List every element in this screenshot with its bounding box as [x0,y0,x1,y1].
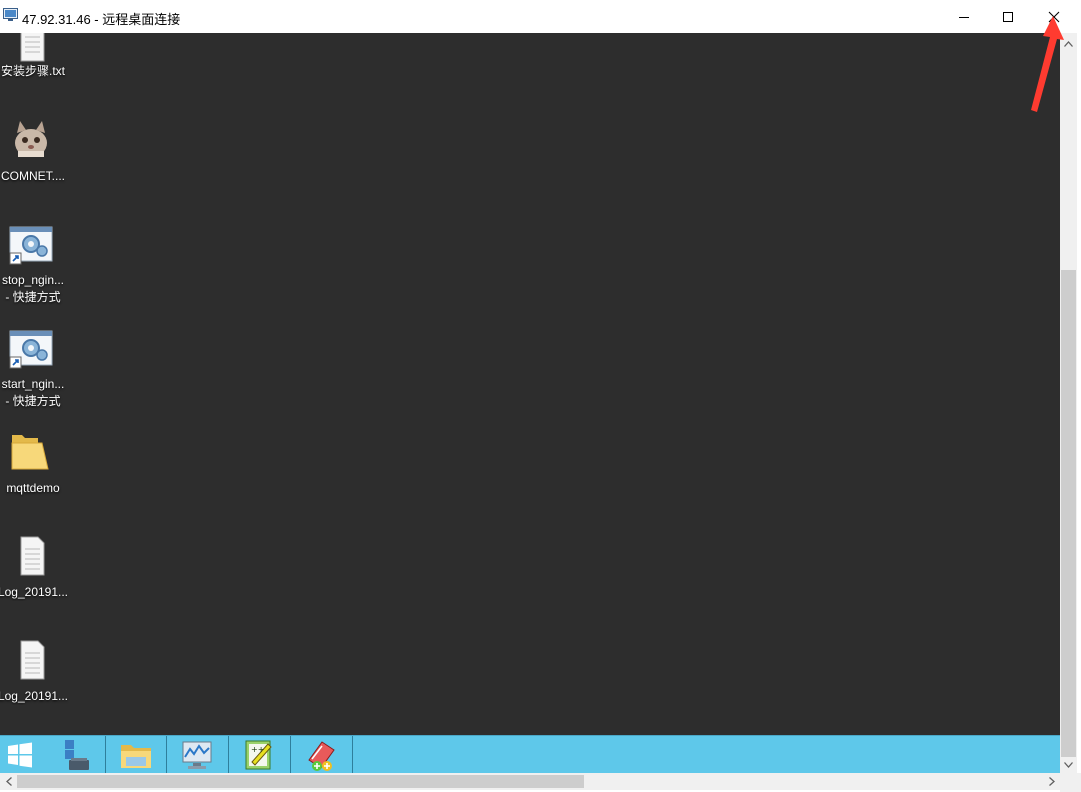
scroll-right-button[interactable] [1043,773,1060,790]
chevron-down-icon [1064,762,1073,768]
horizontal-scroll-thumb[interactable] [17,775,584,788]
window-title: 47.92.31.46 - 远程桌面连接 [22,12,181,27]
desktop-icon-label: mqttdemo [6,481,60,495]
start-button[interactable] [0,736,40,773]
taskbar-add-remove[interactable] [292,736,350,773]
cat-app-icon [15,121,47,157]
taskbar-notepad-plus[interactable]: ++ [230,736,288,773]
annotation-arrow-icon [1031,16,1064,112]
scroll-left-button[interactable] [0,773,17,790]
maximize-icon [1003,11,1013,22]
title-bar: 47.92.31.46 - 远程桌面连接 [0,0,1081,33]
taskbar-file-explorer[interactable] [108,736,164,773]
text-file-icon [20,536,45,576]
chevron-left-icon [5,777,12,786]
performance-monitor-icon [182,741,212,769]
desktop-icon[interactable]: Log_20191... [0,533,68,603]
desktop-icon[interactable]: COMNET.... [0,117,68,187]
taskbar-separator [166,736,167,773]
scroll-down-button[interactable] [1060,757,1077,773]
minimize-icon [959,16,969,18]
remote-desktop-area[interactable]: 安装步骤.txt COMNET.... stop_ngin... - 快捷方式 [0,33,1060,735]
taskbar-separator [228,736,229,773]
add-remove-icon [308,740,335,771]
taskbar-separator [290,736,291,773]
desktop-icon-label: COMNET.... [0,169,65,183]
text-file-icon [20,640,45,680]
notepad-plus-icon: ++ [245,740,272,769]
desktop-icon[interactable]: start_ngin... - 快捷方式 [0,327,68,412]
desktop-icon-label: Log_20191... [0,689,69,703]
remote-desktop-icon [3,8,18,21]
desktop-icon-sublabel: - 快捷方式 [5,290,61,304]
desktop-icon[interactable]: Log_20191... [0,637,68,707]
file-explorer-icon [121,744,151,768]
taskbar-server-manager[interactable] [48,736,100,773]
server-manager-icon [65,739,89,770]
taskbar-separator [105,736,106,773]
maximize-button[interactable] [985,0,1031,33]
desktop-icon-label: 安装步骤.txt [0,64,65,78]
folder-icon [11,435,49,470]
windows-start-icon [8,742,32,767]
batch-shortcut-icon [9,226,53,265]
desktop-icon[interactable]: mqttdemo [0,429,68,499]
chevron-right-icon [1048,777,1055,786]
taskbar-performance-monitor[interactable] [168,736,226,773]
svg-text:++: ++ [251,745,264,754]
desktop-icon-label: Log_20191... [0,585,69,599]
taskbar: ++ [0,735,1060,773]
desktop-icon-label: stop_ngin... [1,273,65,287]
vertical-scroll-thumb[interactable] [1061,270,1076,757]
batch-shortcut-icon [9,330,53,369]
scrollbar-corner [1060,773,1081,792]
desktop-icon[interactable]: stop_ngin... - 快捷方式 [0,223,68,308]
minimize-button[interactable] [941,0,987,33]
taskbar-separator [352,736,353,773]
desktop-icon[interactable]: 安装步骤.txt [0,33,68,93]
desktop-icon-label: start_ngin... [1,377,65,391]
desktop-icon-sublabel: - 快捷方式 [5,394,61,408]
background-window-edge [1077,33,1081,773]
